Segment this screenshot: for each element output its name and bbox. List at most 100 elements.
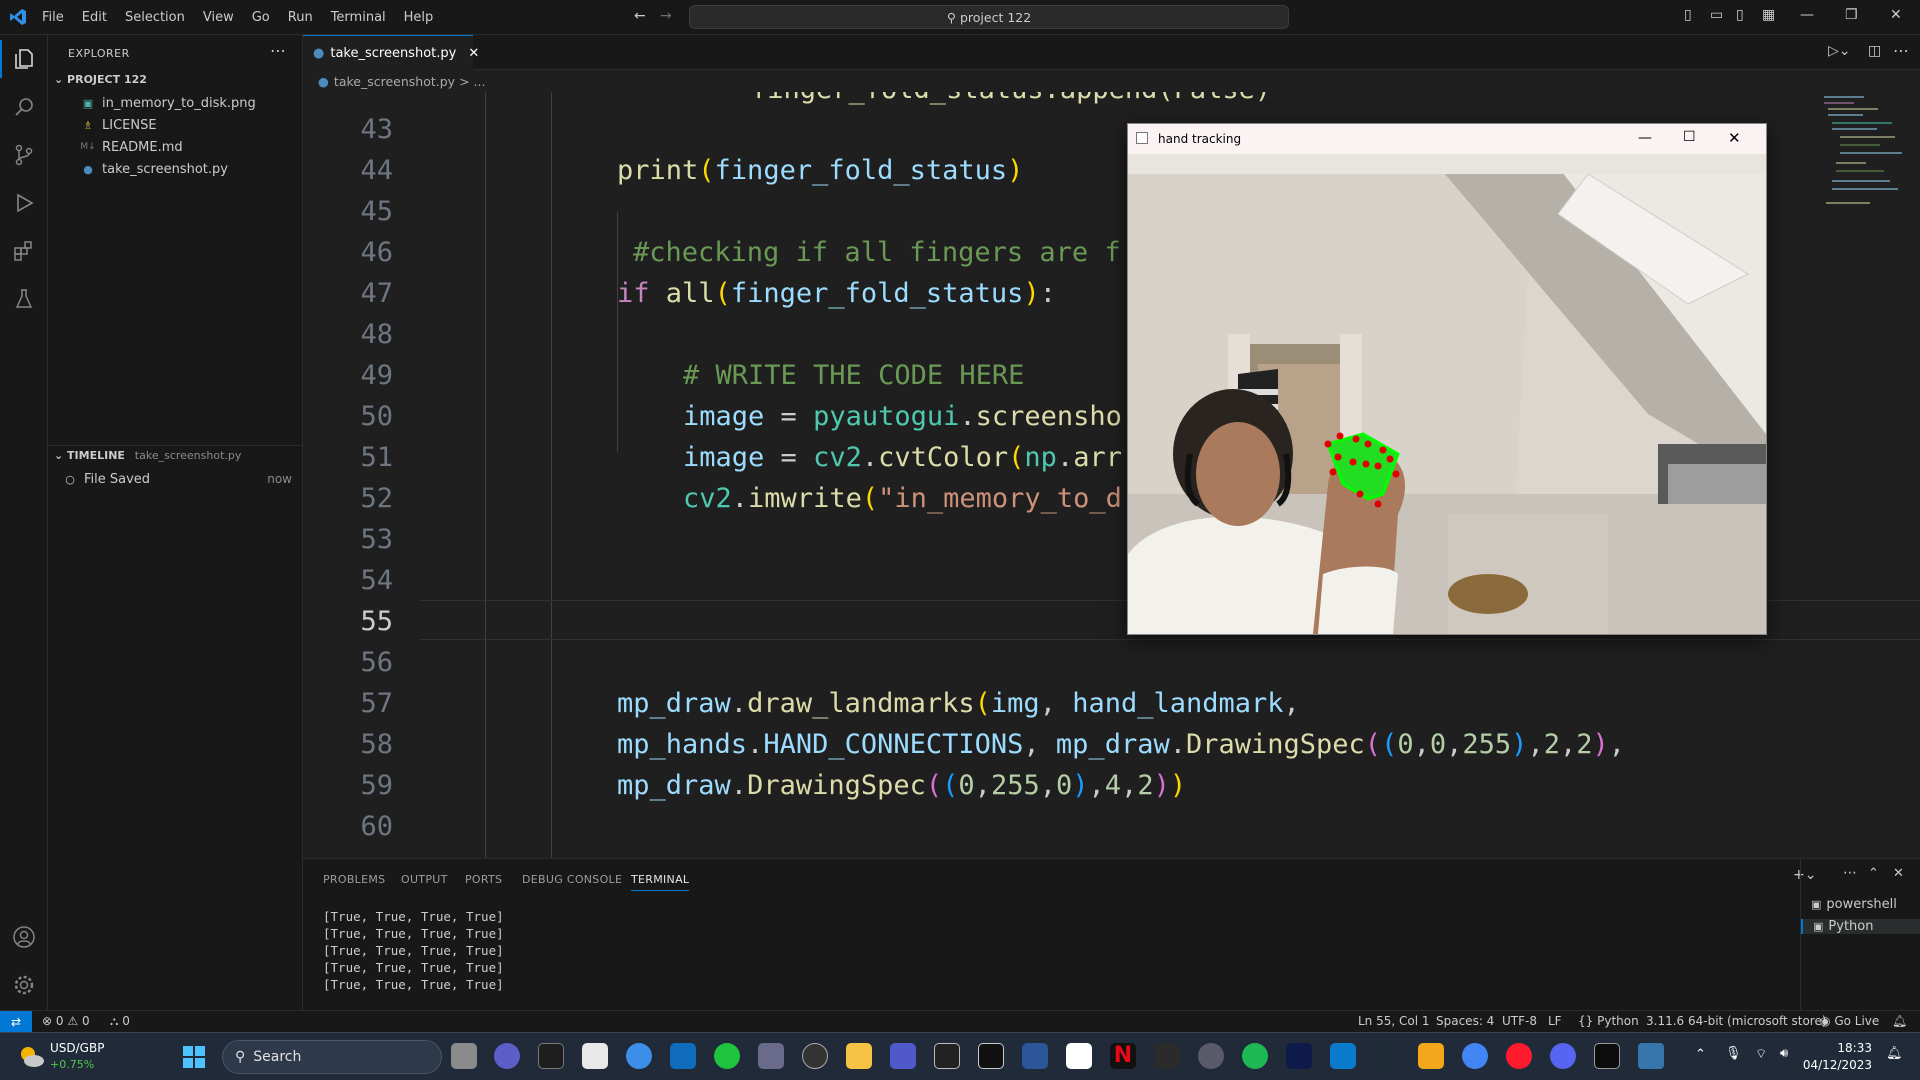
customize-layout-icon[interactable]: ▦: [1762, 7, 1775, 23]
volume-icon[interactable]: 🔊︎: [1780, 1046, 1788, 1061]
maximize-icon[interactable]: ☐: [1683, 129, 1696, 145]
unity-icon[interactable]: [582, 1043, 608, 1069]
notifications-bell-icon[interactable]: 🔔︎: [1892, 1014, 1907, 1028]
netflix-icon[interactable]: N: [1110, 1043, 1136, 1069]
teams-icon[interactable]: [890, 1043, 916, 1069]
hand-tracking-window[interactable]: hand tracking — ☐ ✕: [1127, 123, 1767, 635]
menu-go[interactable]: Go: [252, 10, 270, 25]
zoom-icon[interactable]: [494, 1043, 520, 1069]
explorer-icon[interactable]: [12, 47, 36, 71]
tab-terminal[interactable]: TERMINAL: [631, 873, 690, 891]
remote-indicator-icon[interactable]: ⇄: [0, 1011, 32, 1033]
epic-games-icon[interactable]: [538, 1043, 564, 1069]
menu-help[interactable]: Help: [404, 10, 434, 25]
more-actions-icon[interactable]: ⋯: [1893, 41, 1909, 60]
menu-run[interactable]: Run: [288, 10, 313, 25]
game-app-icon[interactable]: [1418, 1043, 1444, 1069]
cursor-position[interactable]: Ln 55, Col 1: [1358, 1014, 1430, 1028]
split-editor-icon[interactable]: ◫: [1868, 43, 1881, 59]
minimap[interactable]: [1820, 92, 1910, 232]
task-view-icon[interactable]: [451, 1043, 477, 1069]
notion-icon[interactable]: [1066, 1043, 1092, 1069]
file-explorer-icon[interactable]: [846, 1043, 872, 1069]
toggle-secondary-sidebar-icon[interactable]: ▯: [1736, 7, 1744, 23]
file-item-python[interactable]: ● take_screenshot.py: [80, 158, 228, 180]
python-interpreter[interactable]: 3.11.6 64-bit (microsoft store): [1646, 1014, 1827, 1028]
toggle-sidebar-icon[interactable]: ▯: [1684, 7, 1692, 23]
terminal-item-python[interactable]: ▣ Python: [1801, 919, 1920, 934]
obs-icon[interactable]: [978, 1043, 1004, 1069]
close-tab-icon[interactable]: ✕: [468, 46, 479, 61]
tab-output[interactable]: OUTPUT: [401, 873, 448, 886]
opera-icon[interactable]: [1506, 1043, 1532, 1069]
unknown-app-icon[interactable]: [1154, 1043, 1180, 1069]
indentation[interactable]: Spaces: 4: [1436, 1014, 1494, 1028]
wifi-icon[interactable]: ⌔: [1755, 1046, 1767, 1062]
minimize-icon[interactable]: —: [1800, 7, 1814, 23]
command-center-search[interactable]: ⚲ project 122: [689, 5, 1289, 29]
settings-app-icon[interactable]: [626, 1043, 652, 1069]
minimize-icon[interactable]: —: [1638, 130, 1652, 146]
restore-icon[interactable]: ❐: [1845, 7, 1858, 23]
tab-problems[interactable]: PROBLEMS: [323, 873, 385, 886]
chrome-icon[interactable]: [1462, 1043, 1488, 1069]
cv-window-titlebar[interactable]: hand tracking — ☐ ✕: [1128, 124, 1766, 154]
stock-name[interactable]: USD/GBP: [50, 1041, 104, 1055]
run-python-icon[interactable]: ▷⌄: [1828, 43, 1851, 59]
terminal-item-powershell[interactable]: ▣ powershell: [1811, 897, 1897, 912]
python-taskbar-icon[interactable]: [1638, 1043, 1664, 1069]
run-debug-icon[interactable]: [12, 191, 36, 215]
disney-plus-icon[interactable]: [1286, 1043, 1312, 1069]
terminal-app-icon[interactable]: [1594, 1043, 1620, 1069]
clock-date[interactable]: 04/12/2023: [1800, 1058, 1872, 1072]
menu-view[interactable]: View: [203, 10, 234, 25]
settings-gear-icon[interactable]: [12, 973, 36, 997]
weather-widget[interactable]: [16, 1041, 46, 1071]
tab-take-screenshot[interactable]: ● take_screenshot.py ✕: [303, 35, 479, 70]
clock-time[interactable]: 18:33: [1820, 1041, 1872, 1055]
notification-bell-icon[interactable]: 🔔︎: [1886, 1046, 1903, 1061]
store-icon[interactable]: [670, 1043, 696, 1069]
close-icon[interactable]: ✕: [1890, 7, 1902, 23]
proton-icon[interactable]: [1198, 1043, 1224, 1069]
extensions-icon[interactable]: [12, 239, 36, 263]
menu-terminal[interactable]: Terminal: [331, 10, 386, 25]
breadcrumb-file[interactable]: take_screenshot.py: [334, 74, 455, 89]
close-icon[interactable]: ✕: [1728, 129, 1741, 147]
discord-icon[interactable]: [1550, 1043, 1576, 1069]
audio-app-icon[interactable]: [1374, 1043, 1400, 1069]
vscode-taskbar-icon[interactable]: [1330, 1043, 1356, 1069]
more-actions-icon[interactable]: ⋯: [270, 41, 286, 60]
spotify-icon[interactable]: [1242, 1043, 1268, 1069]
tab-debug-console[interactable]: DEBUG CONSOLE: [522, 873, 622, 886]
search-icon[interactable]: [12, 95, 36, 119]
forward-arrow-icon[interactable]: →: [660, 8, 672, 24]
tray-chevron-up-icon[interactable]: ⌃: [1695, 1047, 1706, 1062]
file-item-readme[interactable]: M↓ README.md: [80, 136, 182, 158]
unity-hub-icon[interactable]: [802, 1043, 828, 1069]
menu-edit[interactable]: Edit: [82, 10, 107, 25]
project-header[interactable]: ⌄ PROJECT 122: [54, 73, 147, 86]
timeline-entry[interactable]: ○ File Saved now: [62, 468, 292, 490]
file-item-license[interactable]: ♗ LICENSE: [80, 114, 157, 136]
menu-selection[interactable]: Selection: [125, 10, 185, 25]
back-arrow-icon[interactable]: ←: [634, 8, 646, 24]
microphone-icon[interactable]: 🎙︎: [1725, 1046, 1742, 1061]
line-ending[interactable]: LF: [1548, 1014, 1562, 1028]
ports-indicator[interactable]: ⛬ 0: [110, 1014, 130, 1029]
go-live-button[interactable]: ◉ Go Live: [1820, 1014, 1879, 1028]
file-item-png[interactable]: ▣ in_memory_to_disk.png: [80, 92, 256, 114]
language-mode[interactable]: {} Python: [1578, 1014, 1639, 1028]
accounts-icon[interactable]: [12, 925, 36, 949]
tab-ports[interactable]: PORTS: [465, 873, 502, 886]
windows-start-icon[interactable]: [182, 1045, 206, 1069]
toggle-panel-icon[interactable]: ▭: [1710, 7, 1723, 23]
timeline-header[interactable]: ⌄ TIMELINE take_screenshot.py: [54, 449, 241, 462]
menu-file[interactable]: File: [42, 10, 64, 25]
testing-icon[interactable]: [12, 287, 36, 311]
source-control-icon[interactable]: [12, 143, 36, 167]
github-desktop-icon[interactable]: [934, 1043, 960, 1069]
xbox-icon[interactable]: [714, 1043, 740, 1069]
breadcrumb-rest[interactable]: > ...: [459, 74, 485, 89]
problems-indicator[interactable]: ⊗ 0 ⚠ 0: [42, 1014, 90, 1028]
